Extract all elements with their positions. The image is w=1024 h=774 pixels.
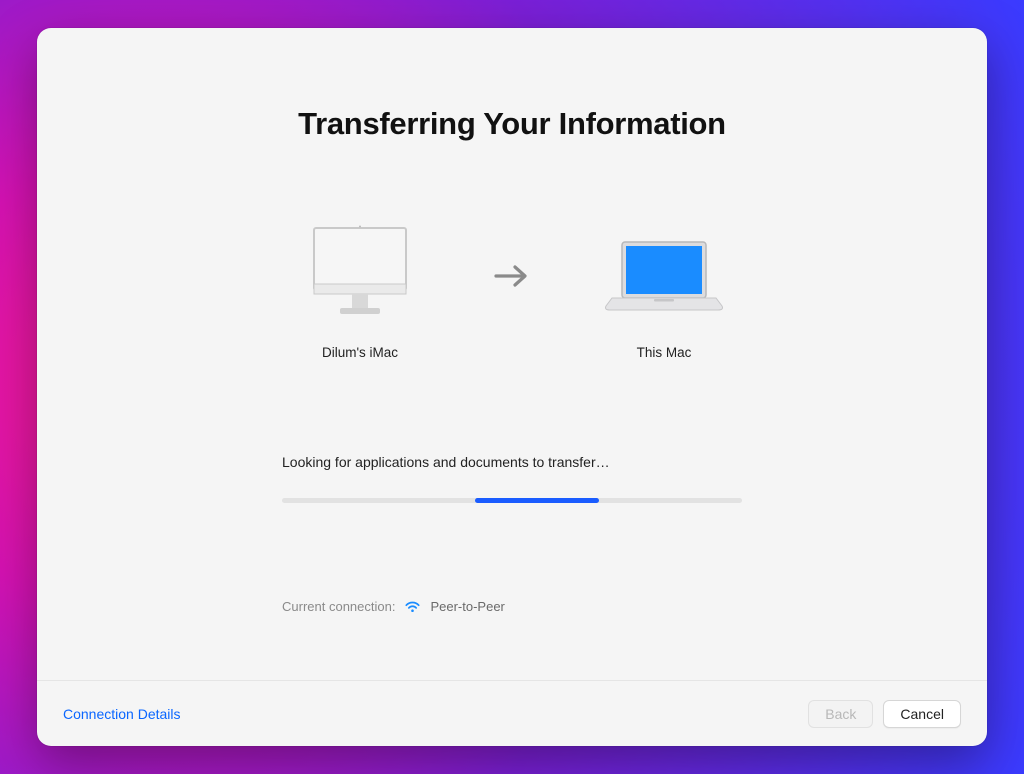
window-content: Transferring Your Information Dilum's iM… bbox=[37, 28, 987, 680]
back-button: Back bbox=[808, 700, 873, 728]
window-footer: Connection Details Back Cancel bbox=[37, 680, 987, 746]
target-device: This Mac bbox=[584, 224, 744, 360]
source-device-label: Dilum's iMac bbox=[322, 345, 398, 360]
connection-label: Current connection: bbox=[282, 599, 395, 614]
cancel-button[interactable]: Cancel bbox=[883, 700, 961, 728]
progress-bar bbox=[282, 498, 742, 503]
migration-assistant-window: Transferring Your Information Dilum's iM… bbox=[37, 28, 987, 746]
connection-row: Current connection: Peer-to-Peer bbox=[282, 599, 742, 614]
connection-details-link[interactable]: Connection Details bbox=[63, 706, 181, 722]
macbook-icon bbox=[604, 224, 724, 329]
transfer-arrow-icon bbox=[488, 262, 536, 290]
source-device: Dilum's iMac bbox=[280, 224, 440, 360]
page-title: Transferring Your Information bbox=[298, 106, 726, 142]
status-text: Looking for applications and documents t… bbox=[282, 454, 742, 470]
wifi-icon bbox=[405, 601, 420, 613]
imac-icon bbox=[300, 224, 420, 329]
target-device-label: This Mac bbox=[637, 345, 692, 360]
device-transfer-row: Dilum's iMac bbox=[280, 224, 744, 360]
progress-chunk bbox=[475, 498, 599, 503]
connection-type: Peer-to-Peer bbox=[430, 599, 504, 614]
desktop-background: Transferring Your Information Dilum's iM… bbox=[0, 0, 1024, 774]
